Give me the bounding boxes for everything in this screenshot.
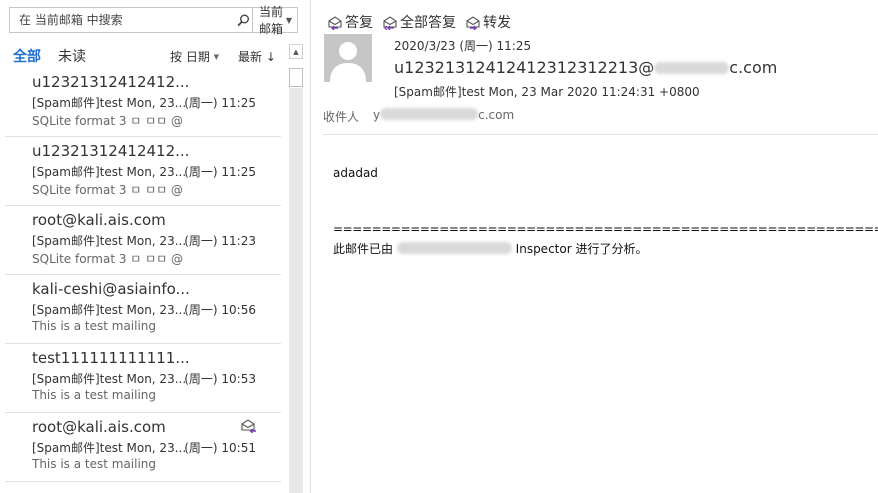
message-preview: SQLite format 3 ㅁ ㅁㅁ @ bbox=[32, 114, 184, 128]
message-date: 2020/3/23 (周一) 11:25 bbox=[394, 39, 532, 53]
reply-all-icon bbox=[383, 15, 397, 30]
message-list-item[interactable]: test111111111111... [Spam邮件]test Mon, 23… bbox=[5, 344, 281, 413]
sender-address-start: u12321312412412312312213@ bbox=[394, 58, 655, 77]
scrollbar-thumb[interactable] bbox=[289, 68, 303, 87]
arrow-down-icon: ↓ bbox=[265, 50, 276, 64]
message-subject-header: [Spam邮件]test Mon, 23 Mar 2020 11:24:31 +… bbox=[394, 85, 700, 99]
search-input[interactable] bbox=[10, 8, 234, 32]
envelope-arrow-icon bbox=[240, 418, 257, 437]
message-list-scrollbar[interactable]: ▲ bbox=[288, 44, 304, 493]
message-time: (周一) 10:51 bbox=[184, 441, 256, 455]
recipient-address-start: y bbox=[373, 108, 381, 122]
message-sender: root@kali.ais.com bbox=[32, 418, 166, 436]
filter-bar: 全部 未读 按 日期 ▼ 最新 ↓ bbox=[13, 46, 278, 66]
message-subject: [Spam邮件]test Mon, 23... bbox=[32, 303, 187, 317]
note-start: 此邮件已由 bbox=[333, 242, 394, 256]
recipient-address-end: c.com bbox=[478, 108, 515, 122]
message-preview: This is a test mailing bbox=[32, 457, 157, 471]
message-sender: kali-ceshi@asiainfo... bbox=[32, 280, 190, 298]
message-sender: root@kali.ais.com bbox=[32, 211, 166, 229]
message-sender-address[interactable]: u12321312412412312312213@ c.com bbox=[394, 58, 777, 77]
message-list-item[interactable]: root@kali.ais.com [Spam邮件]test Mon, 23..… bbox=[5, 206, 281, 275]
reply-button[interactable]: 答复 bbox=[327, 12, 373, 32]
redacted-text bbox=[396, 242, 512, 254]
person-icon bbox=[330, 42, 366, 82]
message-subject: [Spam邮件]test Mon, 23... bbox=[32, 441, 187, 455]
sort-order-label: 最新 bbox=[238, 50, 263, 64]
header-divider bbox=[323, 134, 878, 135]
sort-by-dropdown[interactable]: 按 日期 ▼ bbox=[170, 48, 219, 65]
filter-tab-unread[interactable]: 未读 bbox=[58, 46, 86, 66]
sort-by-label: 按 日期 bbox=[170, 50, 210, 64]
search-scope-dropdown[interactable]: 当前邮箱 ▼ bbox=[252, 5, 297, 36]
message-list-pane: 当前邮箱 ▼ 全部 未读 按 日期 ▼ 最新 ↓ u12321312412412… bbox=[0, 0, 310, 493]
message-sender: u12321312412412... bbox=[32, 142, 190, 160]
message-preview: SQLite format 3 ㅁ ㅁㅁ @ bbox=[32, 252, 184, 266]
chevron-down-icon: ▼ bbox=[213, 53, 220, 61]
message-sender: test111111111111... bbox=[32, 349, 190, 367]
redacted-text bbox=[380, 108, 479, 120]
reading-pane: 答复 全部答复 转发 2020/3/23 (周一) 11:25 u1232131… bbox=[311, 0, 878, 493]
message-body-text: adadad bbox=[333, 166, 378, 180]
message-list: u12321312412412... [Spam邮件]test Mon, 23.… bbox=[5, 68, 281, 482]
filter-tab-all[interactable]: 全部 bbox=[13, 46, 41, 66]
redacted-text bbox=[654, 62, 730, 74]
message-preview: This is a test mailing bbox=[32, 319, 157, 333]
search-bar: 当前邮箱 ▼ bbox=[9, 5, 298, 36]
search-scope-label: 当前邮箱 bbox=[259, 5, 284, 36]
message-list-item[interactable]: root@kali.ais.com [Spam邮件]test Mon, 23..… bbox=[5, 413, 281, 482]
forward-label: 转发 bbox=[483, 15, 511, 31]
message-body-note: 此邮件已由 Inspector 进行了分析。 bbox=[333, 240, 648, 257]
message-body-separator: ========================================… bbox=[333, 222, 878, 236]
recipient-label: 收件人 bbox=[323, 110, 360, 124]
chevron-down-icon: ▼ bbox=[285, 15, 292, 25]
sender-address-end: c.com bbox=[729, 58, 778, 77]
message-time: (周一) 10:56 bbox=[184, 303, 256, 317]
scrollbar-track[interactable] bbox=[289, 88, 303, 493]
note-end: 进行了分析。 bbox=[575, 242, 648, 256]
message-subject: [Spam邮件]test Mon, 23... bbox=[32, 165, 187, 179]
message-subject: [Spam邮件]test Mon, 23... bbox=[32, 234, 187, 248]
note-middle: Inspector bbox=[515, 242, 572, 256]
recipient-address[interactable]: y c.com bbox=[373, 108, 514, 122]
message-preview: SQLite format 3 ㅁ ㅁㅁ @ bbox=[32, 183, 184, 197]
reply-all-button[interactable]: 全部答复 bbox=[382, 12, 456, 32]
message-subject: [Spam邮件]test Mon, 23... bbox=[32, 372, 187, 386]
reply-icon bbox=[328, 15, 342, 30]
search-icon[interactable] bbox=[234, 8, 252, 32]
message-time: (周一) 11:25 bbox=[184, 96, 256, 110]
forward-icon bbox=[466, 15, 480, 30]
message-preview: This is a test mailing bbox=[32, 388, 157, 402]
message-subject: [Spam邮件]test Mon, 23... bbox=[32, 96, 187, 110]
message-time: (周一) 11:25 bbox=[184, 165, 256, 179]
sort-order-toggle[interactable]: 最新 ↓ bbox=[238, 48, 276, 65]
scroll-up-arrow-icon[interactable]: ▲ bbox=[289, 44, 303, 59]
message-list-item[interactable]: kali-ceshi@asiainfo... [Spam邮件]test Mon,… bbox=[5, 275, 281, 344]
reading-toolbar: 答复 全部答复 转发 bbox=[327, 12, 520, 32]
forward-button[interactable]: 转发 bbox=[465, 12, 511, 32]
message-sender: u12321312412412... bbox=[32, 73, 190, 91]
message-time: (周一) 10:53 bbox=[184, 372, 256, 386]
reply-all-label: 全部答复 bbox=[400, 15, 456, 31]
message-list-item[interactable]: u12321312412412... [Spam邮件]test Mon, 23.… bbox=[5, 137, 281, 206]
message-list-item[interactable]: u12321312412412... [Spam邮件]test Mon, 23.… bbox=[5, 68, 281, 137]
message-time: (周一) 11:23 bbox=[184, 234, 256, 248]
sender-avatar bbox=[324, 34, 372, 82]
reply-label: 答复 bbox=[345, 15, 373, 31]
